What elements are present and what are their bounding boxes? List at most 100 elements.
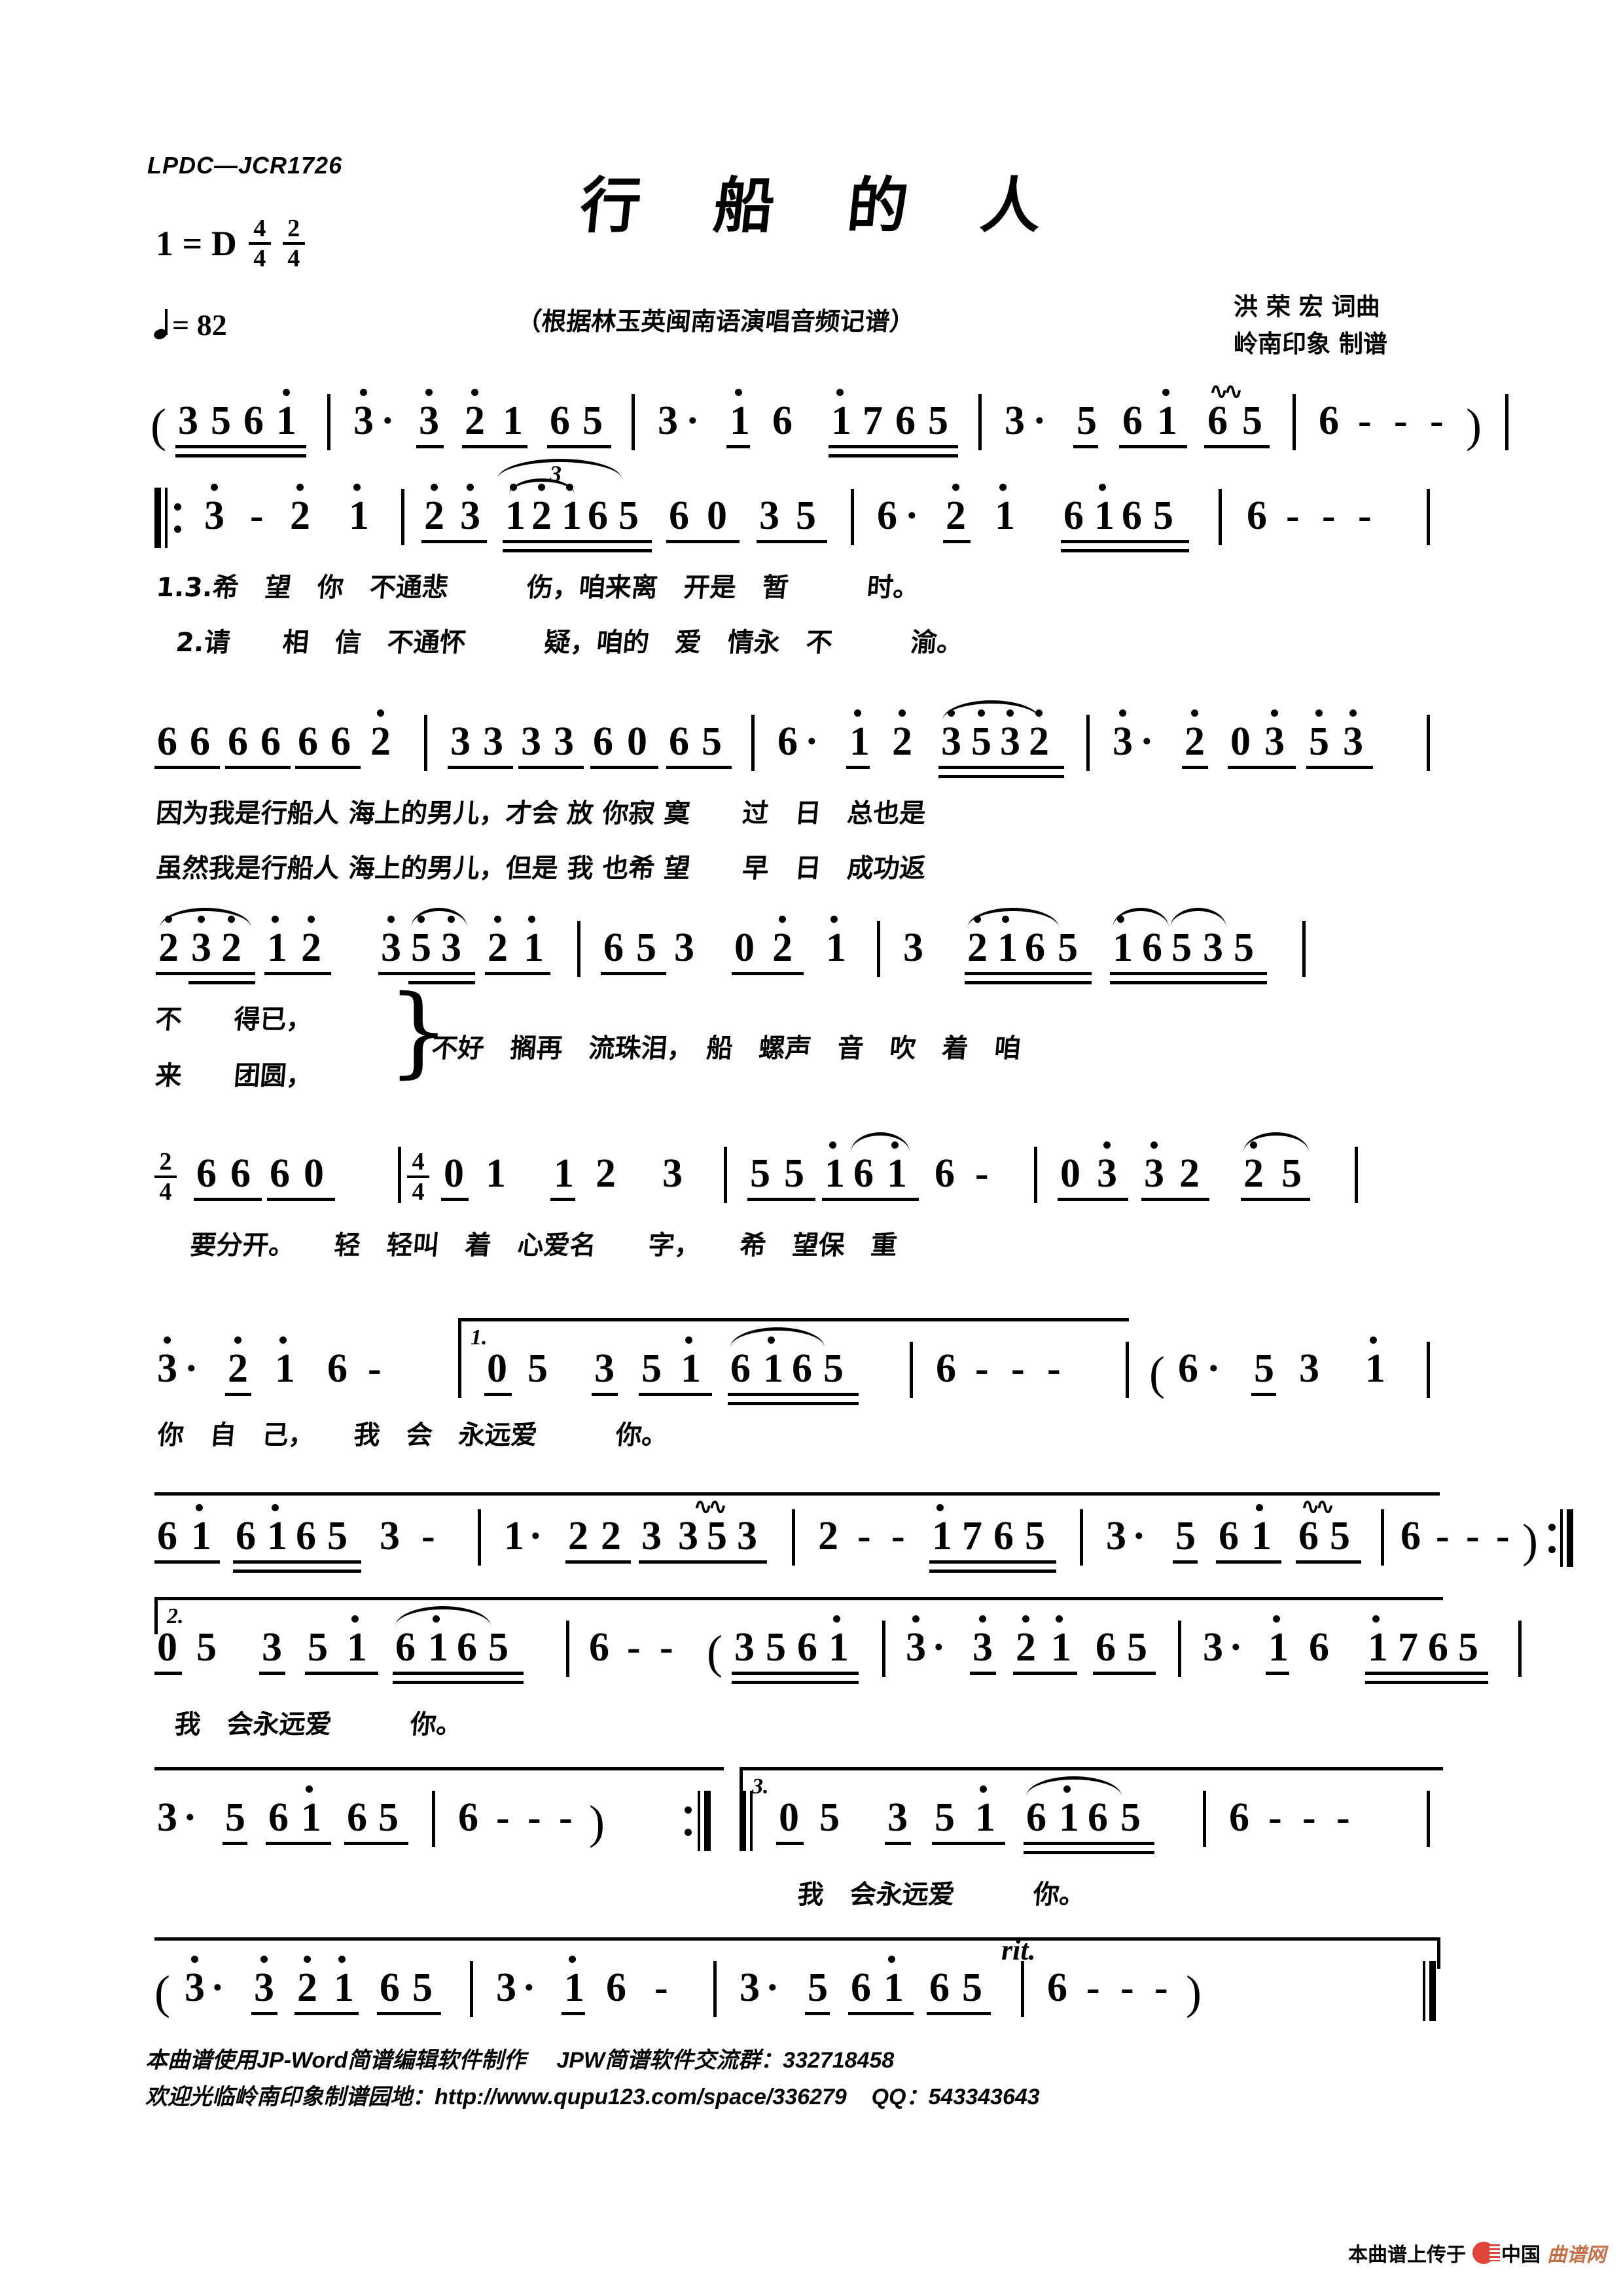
note: 5 bbox=[412, 1965, 433, 2010]
note: 2 bbox=[772, 925, 793, 970]
beam bbox=[1251, 1393, 1276, 1396]
lyrics-row: 2.请 相 信 不通怀 疑，咱的 爱 情永 不 渝。 bbox=[0, 621, 1623, 676]
octave-dot-high bbox=[1250, 1141, 1257, 1149]
barline bbox=[1381, 1509, 1384, 1566]
barline bbox=[577, 921, 580, 977]
note: 6 bbox=[1400, 1514, 1421, 1558]
note: 2 bbox=[1016, 1625, 1036, 1670]
octave-dot-high bbox=[467, 484, 474, 491]
note: 6 bbox=[1229, 1795, 1249, 1840]
octave-dot-high bbox=[234, 1336, 241, 1344]
octave-dot-high bbox=[1099, 484, 1106, 491]
octave-dot-high bbox=[566, 484, 573, 491]
beam bbox=[1013, 1672, 1077, 1675]
subtitle: （根据林玉英闽南语演唱音频记谱） bbox=[515, 307, 916, 336]
note: 1 bbox=[267, 1514, 287, 1558]
octave-dot-high bbox=[260, 1956, 268, 1963]
octave-dot-high bbox=[1315, 709, 1323, 717]
note: 6 bbox=[730, 1346, 751, 1391]
note: 5 bbox=[1025, 1514, 1045, 1558]
note: 6 bbox=[1063, 493, 1084, 538]
notes-row: 3 - 2 1 2 3 3 1 2 1 6 5 6 0 3 5 6 · 2 1 … bbox=[0, 459, 1623, 566]
sustain-dash: - bbox=[1358, 399, 1372, 443]
octave-dot-high bbox=[338, 1956, 346, 1963]
note: 2 bbox=[568, 1514, 588, 1558]
octave-dot-high bbox=[569, 1956, 576, 1963]
octave-dot-high bbox=[418, 916, 425, 923]
note: 5 bbox=[641, 1346, 662, 1391]
note: 1 bbox=[883, 1965, 904, 2010]
note: 6 bbox=[606, 1965, 626, 2010]
beam bbox=[1061, 549, 1189, 552]
sustain-dash: - bbox=[891, 1514, 905, 1558]
octave-dot-high bbox=[948, 709, 955, 717]
notes-row: 2 4 6 6 6 0 4 4 0 1 1 2 3 5 5 1 6 1 6 - … bbox=[0, 1132, 1623, 1224]
beam bbox=[639, 1393, 712, 1396]
sustain-dash: - bbox=[627, 1625, 641, 1670]
barline bbox=[1427, 715, 1430, 771]
barline bbox=[877, 921, 880, 977]
octave-dot-high bbox=[308, 916, 315, 923]
note: 1 bbox=[1365, 1346, 1385, 1391]
note: 0 bbox=[707, 493, 727, 538]
lyric-line: 要分开。 轻 轻叫 着 心爱名 字， 希 望保 重 bbox=[188, 1230, 899, 1261]
dotted-dot: · bbox=[905, 493, 919, 538]
barline-final bbox=[1505, 394, 1508, 450]
note: 3 bbox=[450, 719, 471, 764]
note: 7 bbox=[962, 1514, 982, 1558]
note: 6 bbox=[936, 1346, 956, 1391]
lyrics-row: 虽然我是行船人 海上的男儿，但是 我 也希 望 早 日 成功返 bbox=[0, 847, 1623, 902]
note: 5 bbox=[378, 1795, 399, 1840]
note: 6 bbox=[792, 1346, 812, 1391]
note: 5 bbox=[1242, 399, 1262, 443]
note: 1 bbox=[826, 925, 846, 970]
time-signature-2-4: 2 4 bbox=[282, 216, 305, 271]
beam bbox=[1110, 972, 1267, 975]
watermark-brand-qupu: 曲谱网 bbox=[1547, 2244, 1606, 2267]
note: 5 bbox=[750, 1151, 770, 1196]
lyrics-row: 你 自 己， 我 会 永远爱 你。 bbox=[0, 1414, 1623, 1469]
octave-dot-high bbox=[1056, 1615, 1063, 1623]
beam bbox=[965, 972, 1092, 975]
sustain-dash: - bbox=[250, 493, 264, 538]
note: 5 bbox=[327, 1514, 348, 1558]
note: 5 bbox=[796, 493, 816, 538]
credits: 洪 荣 宏 词曲 岭南印象 制谱 bbox=[1234, 288, 1387, 363]
octave-dot-high bbox=[304, 1956, 311, 1963]
octave-dot-high bbox=[978, 709, 985, 717]
slur bbox=[395, 1606, 491, 1626]
beam bbox=[822, 1198, 919, 1201]
note: 1 bbox=[932, 1514, 952, 1558]
note: 0 bbox=[157, 1625, 177, 1670]
barline bbox=[1203, 1791, 1206, 1847]
octave-dot-high bbox=[1007, 709, 1014, 717]
note: 6 bbox=[1122, 493, 1142, 538]
note: 1 bbox=[975, 1795, 995, 1840]
dotted-dot: · bbox=[211, 1965, 224, 2010]
octave-dot-high bbox=[494, 916, 501, 923]
octave-dot-high bbox=[1162, 389, 1169, 396]
beam bbox=[416, 445, 444, 448]
beam bbox=[590, 766, 658, 769]
sustain-dash: - bbox=[421, 1514, 435, 1558]
barline bbox=[1427, 489, 1430, 545]
note: 1 bbox=[1094, 493, 1115, 538]
beam bbox=[266, 1842, 331, 1845]
note: 3 bbox=[191, 925, 211, 970]
mordent-icon: ∿∿ bbox=[1301, 1495, 1334, 1519]
octave-dot-high bbox=[1191, 709, 1198, 717]
beam bbox=[1241, 1198, 1310, 1201]
repeat-start-icon bbox=[154, 488, 187, 548]
watermark-brand-cn: 中国 bbox=[1501, 2244, 1541, 2267]
octave-dot-high bbox=[538, 484, 545, 491]
dotted-dot: · bbox=[522, 1965, 536, 2010]
octave-dot-high bbox=[1150, 1141, 1158, 1149]
octave-dot-high bbox=[779, 916, 786, 923]
octave-dot-high bbox=[198, 916, 205, 923]
barline bbox=[1302, 921, 1306, 977]
barline bbox=[1427, 1342, 1430, 1398]
note: 5 bbox=[636, 925, 656, 970]
note: 6 bbox=[1309, 1625, 1329, 1670]
sustain-dash: - bbox=[660, 1625, 673, 1670]
lyrics-row-alt2: 来 团圆， bbox=[154, 1054, 314, 1092]
